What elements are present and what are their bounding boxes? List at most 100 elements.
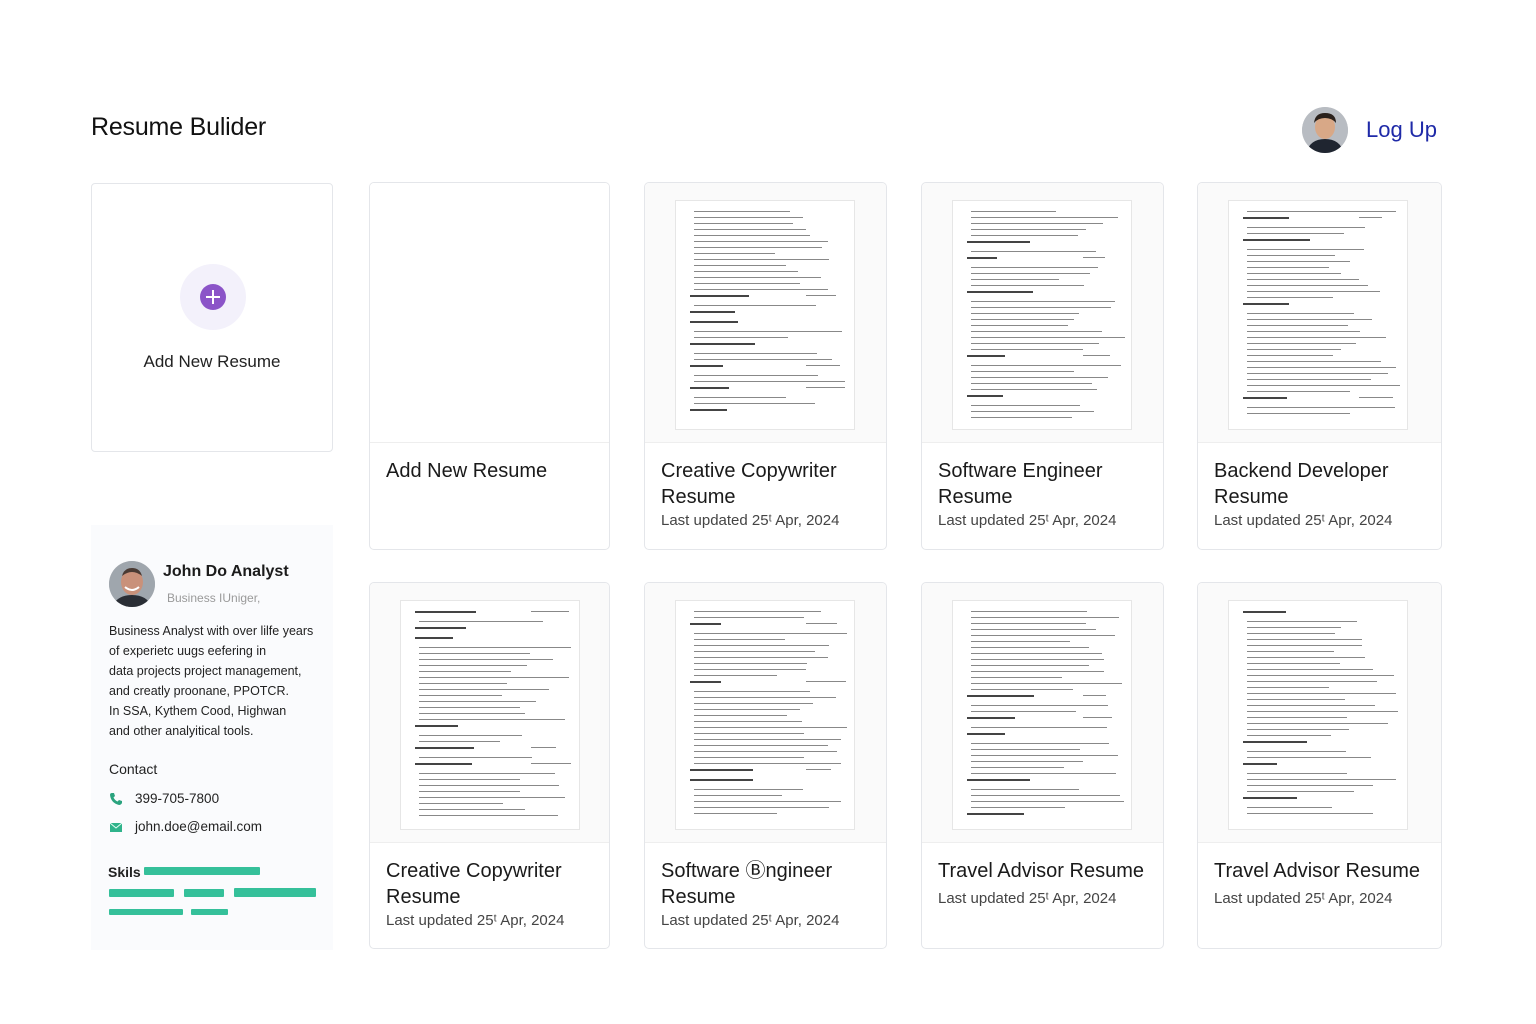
preview-text-line (694, 331, 843, 332)
preview-heading-line (967, 291, 1034, 293)
preview-text-line (694, 697, 836, 698)
preview-text-line (419, 809, 525, 810)
email-address[interactable]: john.doe@email.com (135, 819, 262, 834)
preview-text-line (1247, 813, 1374, 814)
preview-text-line (694, 715, 787, 716)
preview-text-line (1247, 343, 1357, 344)
preview-text-line (419, 797, 565, 798)
preview-text-line (971, 229, 1086, 230)
resume-card[interactable]: Travel Advisor Resume Last updated 25ᵗ A… (921, 582, 1164, 949)
preview-text-line (971, 795, 1121, 796)
resume-card[interactable]: Creative Copywriter Resume Last updated … (644, 182, 887, 550)
preview-heading-line (415, 611, 476, 613)
resume-thumbnail (645, 583, 886, 843)
preview-text-line (1247, 279, 1359, 280)
preview-text-line (694, 663, 807, 664)
preview-heading-line (967, 257, 998, 259)
preview-text-line (694, 763, 841, 764)
last-updated: Last updated 25ᵗ Apr, 2024 (938, 890, 1117, 907)
preview-text-line (971, 273, 1090, 274)
preview-text-line (971, 641, 1071, 642)
preview-text-line (971, 659, 1105, 660)
resume-card[interactable]: Backend Developer Resume Last updated 25… (1197, 182, 1442, 550)
preview-text-line (1247, 413, 1351, 414)
resume-card[interactable]: Add New Resume (369, 182, 610, 550)
preview-text-line (694, 375, 819, 376)
profile-name: John Do Analyst (163, 563, 289, 580)
app-title: Resume Bulider (91, 113, 267, 141)
preview-text-line (971, 653, 1102, 654)
preview-text-line (419, 713, 526, 714)
skills-heading: Skils (108, 864, 141, 880)
preview-text-line (1247, 711, 1398, 712)
skill-bar (144, 867, 260, 875)
preview-text-line (694, 241, 828, 242)
preview-text-line (419, 757, 533, 758)
preview-text-line (1247, 337, 1387, 338)
plus-icon (200, 284, 226, 310)
resume-card[interactable]: Software Ⓑngineer Resume Last updated 25… (644, 582, 887, 949)
resume-preview (1228, 600, 1408, 830)
last-updated: Last updated 25ᵗ Apr, 2024 (938, 512, 1117, 529)
preview-text-line (694, 691, 810, 692)
user-avatar[interactable] (1302, 107, 1348, 153)
add-new-resume-card[interactable]: Add New Resume (91, 183, 333, 452)
resume-title: Travel Advisor Resume (938, 860, 1144, 882)
preview-text-line (694, 739, 842, 740)
phone-number[interactable]: 399-705-7800 (135, 791, 219, 806)
preview-text-line (694, 259, 829, 260)
preview-text-line (971, 319, 1075, 320)
skill-bar (234, 888, 316, 897)
resume-preview (675, 600, 855, 830)
preview-text-line (419, 677, 570, 678)
last-updated: Last updated 25ᵗ Apr, 2024 (661, 512, 840, 529)
preview-text-line (1247, 757, 1371, 758)
preview-text-line (1247, 407, 1395, 408)
add-button[interactable] (180, 264, 246, 330)
preview-text-line (1247, 791, 1355, 792)
preview-text-line (419, 689, 549, 690)
resume-card[interactable]: Travel Advisor Resume Last updated 25ᵗ A… (1197, 582, 1442, 949)
preview-text-line (971, 711, 1077, 712)
resume-title: Add New Resume (386, 460, 548, 482)
preview-text-line (971, 635, 1115, 636)
preview-text-line (694, 617, 805, 618)
preview-heading-line (967, 395, 1003, 397)
preview-date-line (806, 295, 837, 296)
preview-text-line (1247, 779, 1396, 780)
skill-bar (109, 909, 183, 915)
resume-card[interactable]: Creative Copywriter Resume Last updated … (369, 582, 610, 949)
preview-heading-line (1243, 397, 1287, 399)
preview-text-line (419, 683, 507, 684)
preview-text-line (1247, 285, 1369, 286)
preview-text-line (694, 289, 829, 290)
preview-text-line (694, 639, 786, 640)
preview-text-line (971, 285, 1084, 286)
profile-panel: John Do Analyst Business IUniger, Busine… (91, 525, 333, 950)
preview-heading-line (690, 343, 756, 345)
preview-heading-line (967, 695, 1034, 697)
preview-text-line (1247, 621, 1358, 622)
preview-text-line (694, 807, 829, 808)
preview-heading-line (690, 321, 739, 323)
preview-text-line (1247, 633, 1336, 634)
preview-heading-line (690, 623, 721, 625)
resume-title: Software Engineer Resume (938, 460, 1103, 508)
preview-text-line (971, 705, 1108, 706)
resume-thumbnail (370, 183, 609, 443)
preview-text-line (694, 751, 837, 752)
preview-text-line (971, 349, 1083, 350)
preview-date-line (806, 365, 840, 366)
preview-text-line (1247, 681, 1377, 682)
resume-title: Creative Copywriter Resume (661, 460, 837, 508)
preview-text-line (694, 789, 803, 790)
preview-text-line (1247, 373, 1388, 374)
preview-text-line (1247, 261, 1350, 262)
resume-card[interactable]: Software Engineer Resume Last updated 25… (921, 182, 1164, 550)
preview-text-line (419, 815, 559, 816)
login-link[interactable]: Log Up (1366, 117, 1437, 143)
preview-text-line (419, 695, 502, 696)
preview-text-line (1247, 807, 1332, 808)
preview-text-line (1247, 773, 1348, 774)
preview-text-line (419, 773, 556, 774)
